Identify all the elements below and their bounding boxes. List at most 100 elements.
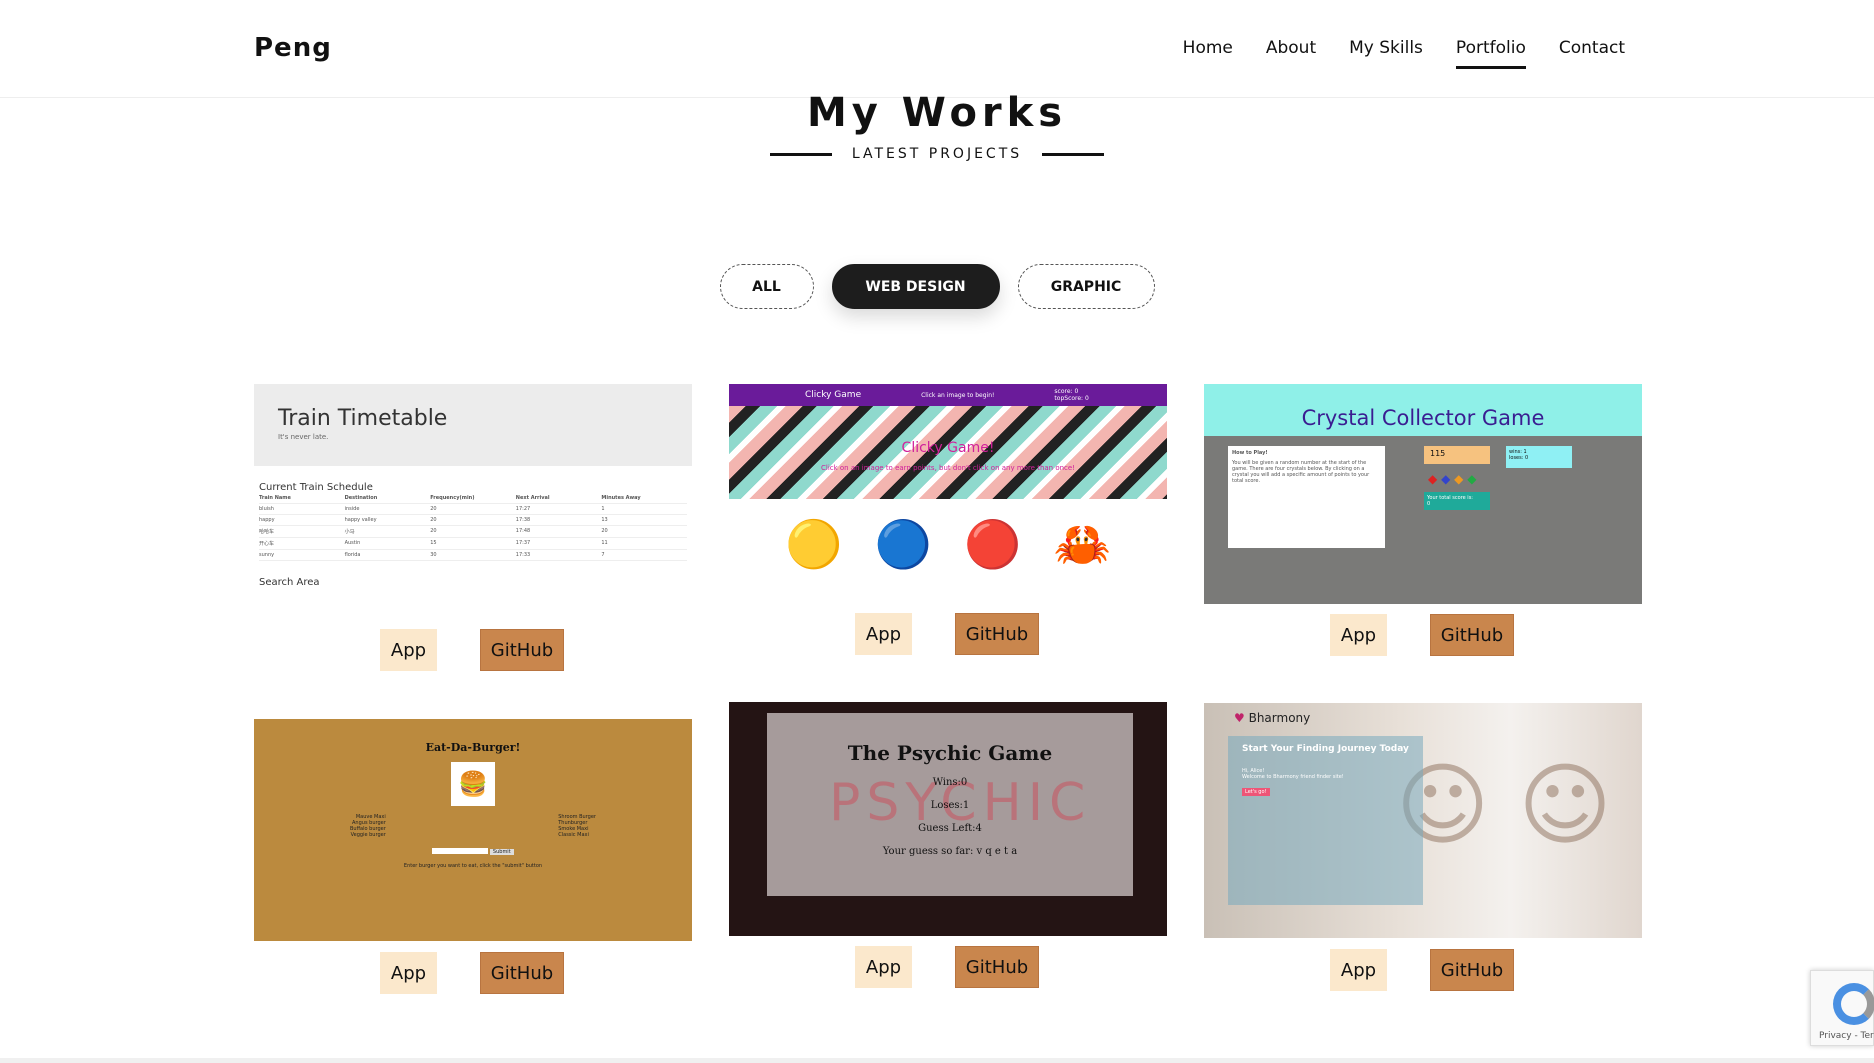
project-thumbnail[interactable]: Crystal Collector Game How to Play! You … [1204,384,1642,604]
card-buttons: App GitHub [855,946,1039,988]
rules-panel: How to Play! You will be given a random … [1228,446,1385,548]
green-crystal-icon: ◆ [1467,472,1477,486]
nav-contact[interactable]: Contact [1559,38,1625,66]
table-row: 开心车 Austin 15 17:37 11 [259,538,687,550]
target-number: 115 [1424,446,1490,464]
burger-hint: Enter burger you want to eat, click the … [403,862,543,869]
table-cell: 11 [601,540,608,546]
how-to-heading: How to Play! [1232,450,1268,456]
nav-portfolio[interactable]: Portfolio [1455,38,1526,69]
form-welcome: Welcome to Bharmony friend finder site! [1242,774,1344,780]
bar-scores: score: 0 topScore: 0 [1054,388,1088,402]
app-button[interactable]: App [1330,614,1387,656]
crab-icon: 🦀 [1053,517,1111,571]
card-buttons: App GitHub [380,629,564,671]
submit-button: Submit [489,848,514,855]
blue-crystal-icon: ◆ [1441,472,1451,486]
app-button[interactable]: App [855,946,912,988]
github-button[interactable]: GitHub [955,613,1039,655]
burger-icon: 🍔 [451,762,495,806]
card-buttons: App GitHub [380,952,564,994]
brand-logo[interactable]: Peng [254,33,332,63]
list-item: Classic Maxi [558,832,589,838]
table-cell: sunny [259,552,275,558]
recaptcha-text: Privacy - Terms [1819,1031,1874,1041]
thumb-navbar: Clicky Game Click an image to begin! sco… [729,384,1167,406]
table-cell: 17:38 [515,517,531,523]
subtitle-line-left [769,152,832,156]
app-button[interactable]: App [1330,949,1387,991]
psychic-panel: PSYCHIC The Psychic Game Wins:0 Loses:1 … [767,713,1133,896]
filter-all-button[interactable]: ALL [719,264,814,309]
app-button[interactable]: App [380,952,437,994]
table-row: bluish inside 20 17:27 1 [259,504,687,515]
project-thumbnail[interactable]: Clicky Game Click an image to begin! sco… [729,384,1167,604]
nav-about[interactable]: About [1266,38,1316,66]
recaptcha-icon [1833,983,1874,1025]
thumb-title: Eat-Da-Burger! [425,741,521,754]
github-button[interactable]: GitHub [955,946,1039,988]
project-thumbnail[interactable]: PSYCHIC The Psychic Game Wins:0 Loses:1 … [729,702,1167,936]
filter-graphic-button[interactable]: GRAPHIC [1017,264,1155,309]
total-value: 0 [1427,501,1431,507]
table-row: 哈哈车 小马 20 17:48 20 [259,526,687,538]
table-cell: 哈哈车 [259,529,275,535]
app-button[interactable]: App [380,629,437,671]
github-button[interactable]: GitHub [480,952,564,994]
table-cell: bluish [259,506,274,512]
table-header-cell: Train Name [259,495,291,501]
filter-web-design-button[interactable]: WEB DESIGN [831,264,1000,309]
app-button[interactable]: App [855,613,912,655]
project-thumbnail[interactable]: Train Timetable It's never late. Current… [254,384,692,602]
thumb-hero: Train Timetable It's never late. [254,384,692,466]
table-header-cell: Next Arrival [515,495,550,501]
total-score-box: Your total score is: 0 [1424,492,1490,510]
page-bottom-border [0,1058,1874,1063]
recaptcha-badge[interactable]: Privacy - Terms [1810,970,1874,1046]
project-thumbnail[interactable]: Eat-Da-Burger! 🍔 Mauve Maxi Angus burger… [254,719,692,941]
table-cell: 小马 [344,529,355,535]
subtitle-line-right [1042,152,1105,156]
section-subtitle-wrap: LATEST PROJECTS [0,146,1874,162]
red-crystal-icon: ◆ [1428,472,1438,486]
submit-row: Submit [254,848,692,855]
table-cell: 30 [430,552,437,558]
signup-form: Start Your Finding Journey Today Hi, Ali… [1228,736,1423,905]
bar-hint: Click an image to begin! [921,391,995,399]
nav-home[interactable]: Home [1183,38,1233,66]
table-cell: 7 [601,552,605,558]
smurf-icon: 🔵 [874,517,932,571]
loses-text: Loses:1 [930,800,970,811]
table-row: happy happy valley 20 17:38 13 [259,515,687,526]
thumb-title: Crystal Collector Game [1204,384,1642,436]
minion-icon: 🟡 [785,517,843,571]
form-title: Start Your Finding Journey Today [1242,744,1409,754]
github-button[interactable]: GitHub [1430,614,1514,656]
heart-icon: ♥ [1234,711,1245,725]
wins-text: Wins:0 [932,777,968,788]
table-cell: 开心车 [259,541,275,547]
thumb-schedule: Current Train Schedule Train Name Destin… [254,466,692,588]
card-buttons: App GitHub [855,613,1039,655]
card-buttons: App GitHub [1330,949,1514,991]
nav-my-skills[interactable]: My Skills [1349,38,1423,66]
table-cell: 20 [430,528,437,534]
rules-text: You will be given a random number at the… [1232,460,1370,484]
wins-box: wins: 1 loses: 0 [1506,446,1572,468]
site-header: Peng Home About My Skills Portfolio Cont… [0,0,1874,98]
main-nav: Home About My Skills Portfolio Contact [1183,38,1625,69]
table-cell: 15 [430,540,437,546]
guesses-text: Your guess so far: v q e t a [882,846,1018,857]
bharmony-brand: Bharmony [1248,711,1311,725]
table-cell: inside [344,506,360,512]
table-cell: 17:27 [515,506,531,512]
table-cell: 13 [601,517,608,523]
project-thumbnail[interactable]: ☺ ☺ ♥ Bharmony Start Your Finding Journe… [1204,703,1642,938]
burger-lists: Mauve Maxi Angus burger Buffalo burger V… [254,814,692,838]
mario-icon: 🔴 [964,517,1022,571]
people-photo-icon: ☺ ☺ [1395,753,1612,858]
thumb-title: Clicky Game! [901,440,995,456]
github-button[interactable]: GitHub [1430,949,1514,991]
github-button[interactable]: GitHub [480,629,564,671]
bar-score: score: 0 [1054,388,1079,395]
